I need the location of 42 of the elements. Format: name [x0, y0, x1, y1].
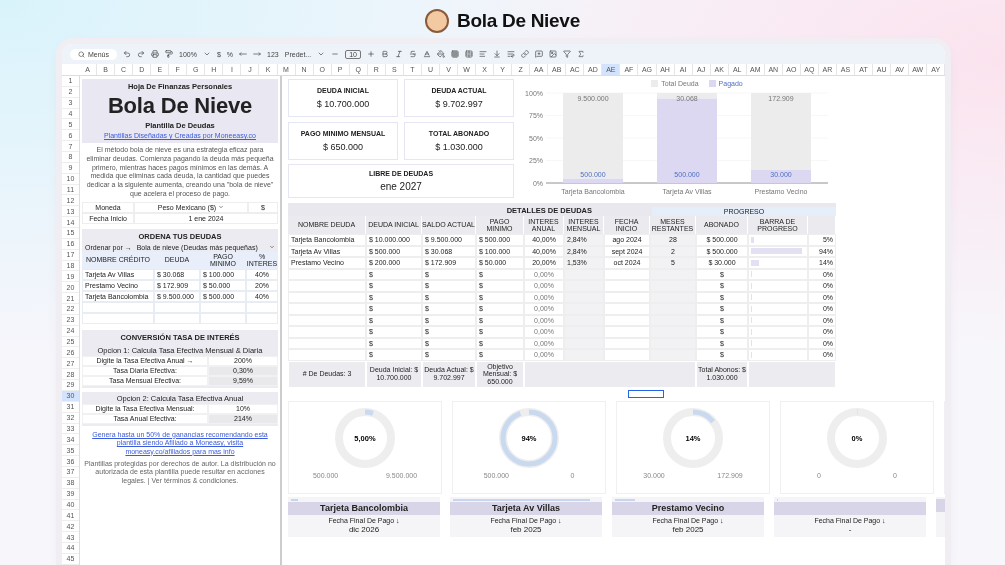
kpi-value: $ 9.702.997	[435, 99, 483, 109]
sheet-title: Bola De Nieve	[107, 93, 253, 119]
card-date: dic 2026	[348, 524, 380, 534]
legend-swatch	[708, 80, 716, 87]
align-icon[interactable]	[479, 50, 487, 58]
text-color-icon[interactable]	[423, 50, 431, 58]
kpi-value: ene 2027	[380, 181, 422, 193]
kpi-value: $ 10.700.000	[316, 99, 370, 109]
sum-icon[interactable]	[577, 50, 585, 58]
print-icon[interactable]	[151, 50, 159, 58]
bold-icon[interactable]	[381, 50, 389, 58]
search-icon	[78, 50, 85, 58]
caret-icon[interactable]	[317, 50, 326, 58]
undo-icon[interactable]	[123, 50, 131, 58]
caret-icon	[218, 204, 225, 210]
redo-icon[interactable]	[137, 50, 145, 58]
card-date: feb 2025	[510, 524, 542, 534]
vertical-align-icon[interactable]	[493, 50, 501, 58]
fill-color-icon[interactable]	[437, 50, 445, 58]
decrease-decimal-icon[interactable]	[239, 50, 248, 58]
caret-icon[interactable]	[202, 50, 211, 58]
link-icon[interactable]	[521, 50, 529, 58]
increase-decimal-icon[interactable]	[253, 50, 262, 58]
kpi-value: $ 1.030.000	[435, 141, 483, 152]
strikethrough-icon[interactable]	[409, 50, 417, 58]
comment-icon[interactable]	[535, 50, 543, 58]
caret-icon	[269, 244, 275, 250]
plus-icon[interactable]	[367, 50, 375, 58]
card-title: Tarjeta Bancolombia	[288, 501, 440, 515]
page-title: Bola De Nieve	[457, 10, 580, 32]
avatar-icon	[425, 9, 450, 33]
card-date: -	[848, 524, 852, 534]
minus-icon[interactable]	[331, 50, 340, 58]
wrap-text-icon[interactable]	[507, 50, 515, 58]
card-title: Tarjeta Av Villas	[450, 501, 602, 515]
paint-format-icon[interactable]	[165, 50, 173, 58]
filter-icon[interactable]	[563, 50, 571, 58]
kpi-value: $ 650.000	[322, 141, 363, 152]
italic-icon[interactable]	[395, 50, 403, 58]
card-title: Prestamo Vecino	[612, 501, 764, 515]
selected-cell[interactable]	[628, 389, 664, 398]
card-date: feb 2025	[672, 524, 704, 534]
